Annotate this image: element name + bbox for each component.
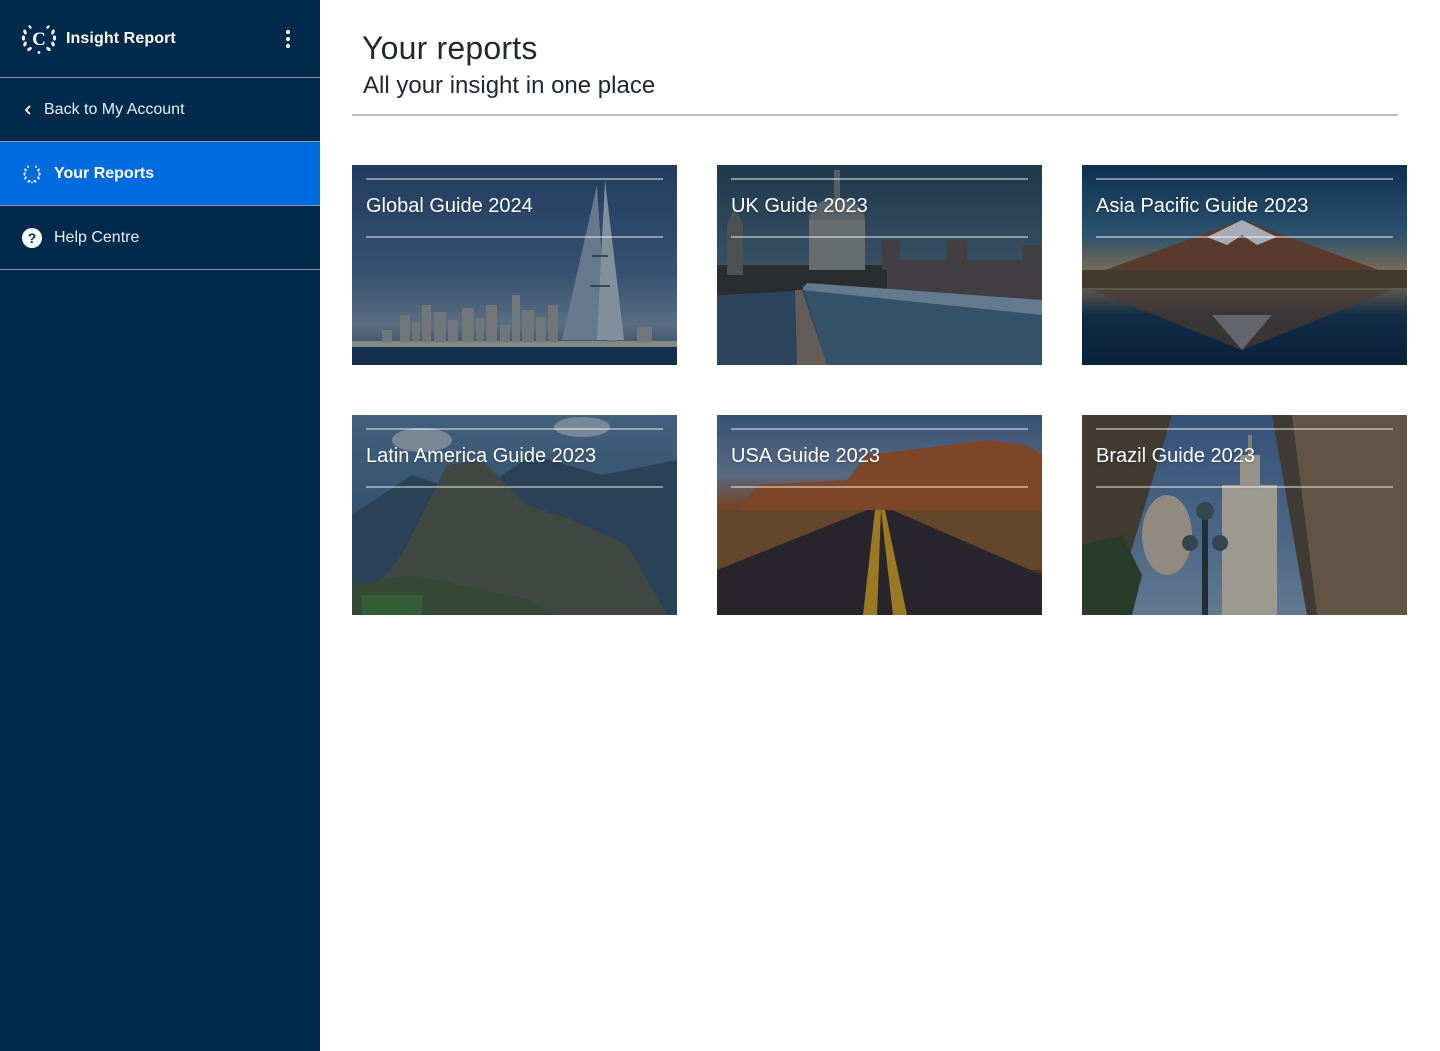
sidebar: C Insight Report Back to My Account Your… (0, 0, 320, 1051)
sidebar-nav: Back to My Account Your Reports ? Help C… (0, 78, 320, 270)
card-divider-bottom (366, 236, 663, 238)
sidebar-item-help-centre[interactable]: ? Help Centre (0, 206, 320, 270)
sidebar-item-label: Help Centre (54, 228, 140, 246)
page-subtitle: All your insight in one place (363, 72, 656, 99)
card-divider-bottom (366, 486, 663, 488)
report-card-title: USA Guide 2023 (731, 445, 880, 467)
report-card-latin-america[interactable]: Latin America Guide 2023 (352, 415, 677, 615)
card-divider-bottom (1096, 236, 1393, 238)
report-card-global[interactable]: Global Guide 2024 (352, 165, 677, 365)
report-card-title: UK Guide 2023 (731, 195, 868, 217)
help-circle-icon: ? (22, 227, 42, 248)
laurel-icon (22, 164, 42, 184)
sidebar-item-label: Back to My Account (44, 100, 185, 118)
kebab-menu-icon[interactable] (282, 30, 294, 48)
svg-text:?: ? (28, 230, 37, 246)
laurel-c-logo-icon: C (20, 23, 58, 55)
report-card-brazil[interactable]: Brazil Guide 2023 (1082, 415, 1407, 615)
sidebar-item-your-reports[interactable]: Your Reports (0, 142, 320, 206)
card-divider-top (366, 178, 663, 180)
report-card-title: Asia Pacific Guide 2023 (1096, 195, 1309, 217)
card-divider-top (366, 428, 663, 430)
report-card-uk[interactable]: UK Guide 2023 (717, 165, 1042, 365)
svg-text:C: C (32, 29, 46, 50)
page-title: Your reports (362, 30, 538, 66)
app-title: Insight Report (66, 29, 176, 47)
card-divider-bottom (1096, 486, 1393, 488)
card-divider-top (731, 428, 1028, 430)
report-card-title: Global Guide 2024 (366, 195, 533, 217)
sidebar-item-label: Your Reports (54, 164, 155, 182)
card-divider-top (731, 178, 1028, 180)
card-divider-bottom (731, 486, 1028, 488)
card-divider-top (1096, 178, 1393, 180)
report-card-title: Latin America Guide 2023 (366, 445, 597, 467)
report-card-title: Brazil Guide 2023 (1096, 445, 1255, 467)
card-divider-top (1096, 428, 1393, 430)
sidebar-item-back-to-account[interactable]: Back to My Account (0, 78, 320, 142)
report-card-asia-pacific[interactable]: Asia Pacific Guide 2023 (1082, 165, 1407, 365)
card-divider-bottom (731, 236, 1028, 238)
brand-header: C Insight Report (0, 0, 320, 78)
chevron-left-icon (22, 100, 34, 120)
report-card-usa[interactable]: USA Guide 2023 (717, 415, 1042, 615)
header-divider (352, 114, 1398, 116)
reports-grid: Global Guide 2024 UK Guide 2023 Asia Pac… (352, 165, 1407, 615)
main-content: Your reports All your insight in one pla… (320, 0, 1440, 1051)
